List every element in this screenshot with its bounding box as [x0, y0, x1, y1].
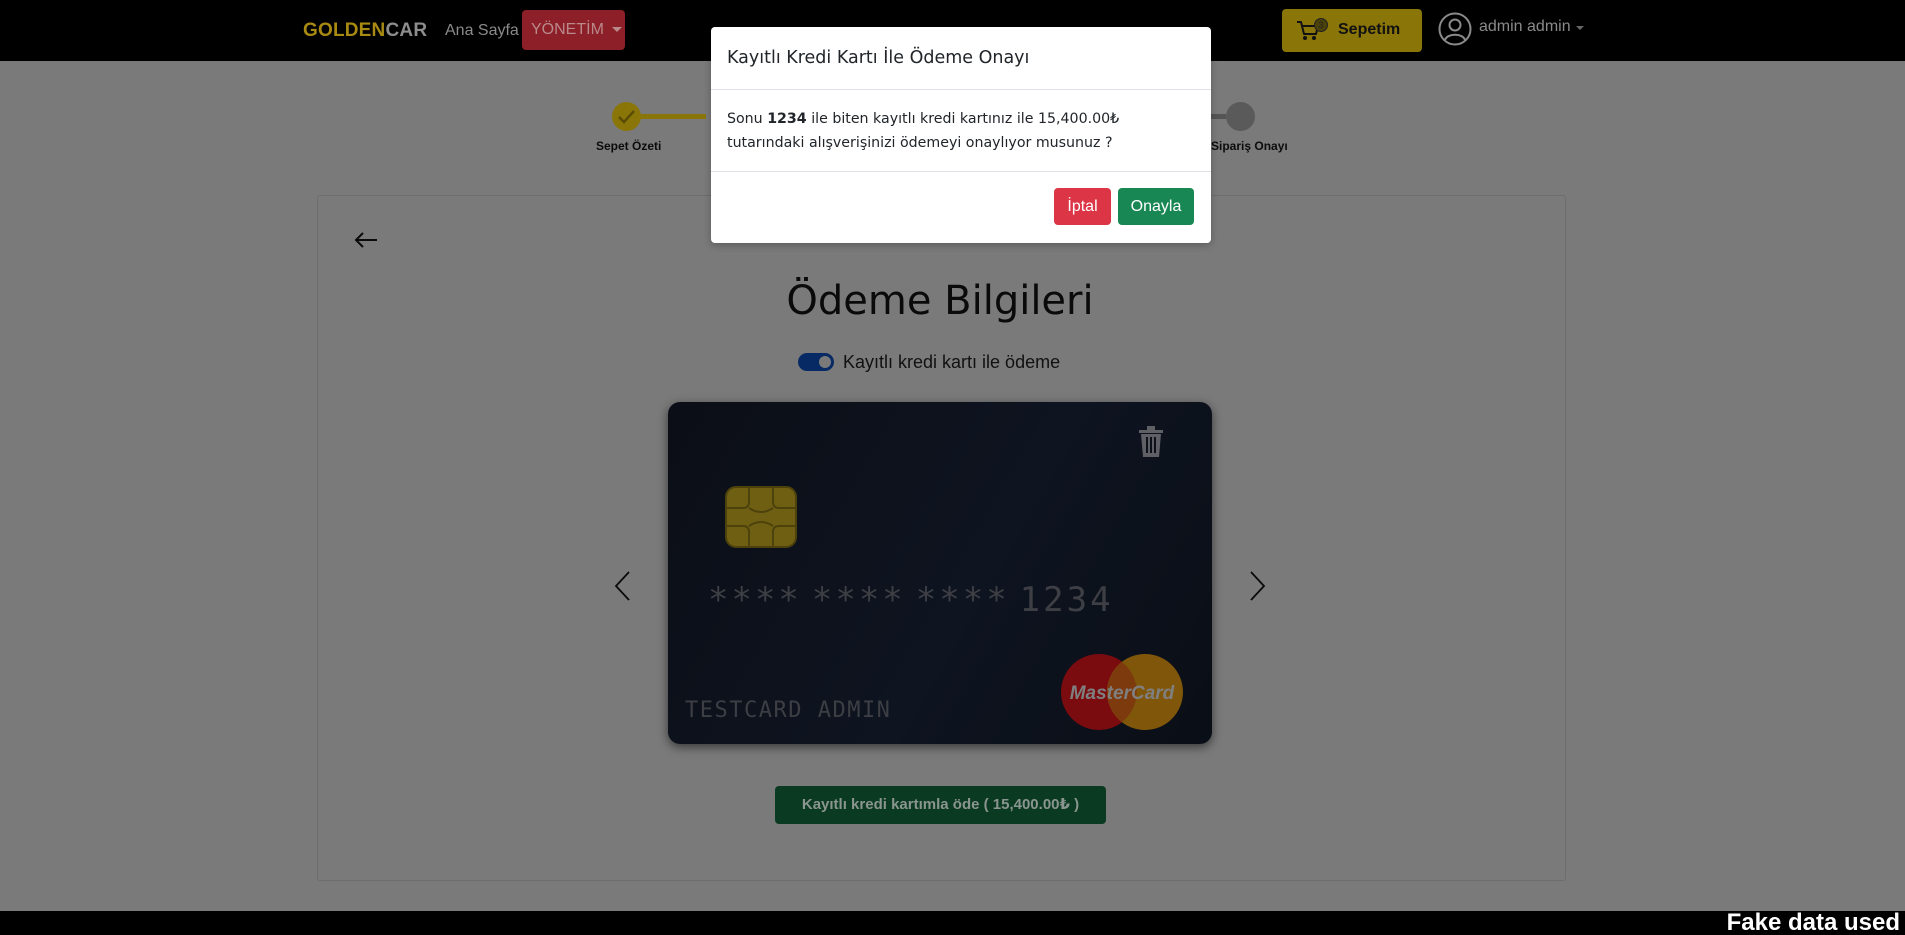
caret-down-icon [611, 27, 622, 33]
modal-body-prefix: Sonu [727, 111, 768, 127]
admin-dropdown-button[interactable]: YÖNETİM [522, 10, 625, 50]
modal-body-last4: 1234 [767, 111, 807, 127]
saved-card-toggle-label: Kayıtlı kredi kartı ile ödeme [843, 352, 1061, 372]
card-chip-icon [725, 486, 797, 548]
mastercard-logo: MasterCard [1061, 654, 1183, 730]
brand-logo[interactable]: GOLDENCAR [303, 20, 427, 42]
brand-gold-text: GOLDEN [303, 20, 386, 41]
step-pending-dot [1226, 102, 1255, 131]
confirm-payment-modal: Kayıtlı Kredi Kartı İle Ödeme Onayı Sonu… [711, 27, 1211, 243]
card-number-group: **** [708, 580, 802, 620]
step-label-cart-summary: Sepet Özeti [596, 139, 662, 153]
admin-dropdown-label: YÖNETİM [531, 21, 604, 38]
saved-credit-card[interactable]: **** **** **** 1234 TESTCARD ADMIN MasterCa… [668, 402, 1212, 744]
carousel-next-icon[interactable] [1248, 570, 1268, 602]
modal-header: Kayıtlı Kredi Kartı İle Ödeme Onayı [711, 27, 1211, 90]
cart-button[interactable]: 3 Sepetim [1282, 9, 1422, 52]
modal-body: Sonu 1234 ile biten kayıtlı kredi kartın… [727, 107, 1197, 155]
cancel-button[interactable]: İptal [1054, 188, 1111, 225]
user-avatar-icon [1438, 12, 1472, 46]
step-label-order-confirm: Sipariş Onayı [1211, 139, 1288, 153]
card-number-group: **** [811, 580, 906, 620]
user-name: admin admin [1479, 18, 1571, 35]
carousel-prev-icon[interactable] [612, 570, 632, 602]
mastercard-wordmark: MasterCard [1070, 683, 1175, 704]
cart-count-badge: 3 [1314, 18, 1328, 32]
card-number-last4: 1234 [1019, 580, 1114, 620]
caret-down-icon [1576, 26, 1584, 30]
page-title: Ödeme Bilgileri [786, 278, 1094, 324]
confirm-button[interactable]: Onayla [1118, 188, 1194, 225]
trash-icon[interactable] [1138, 426, 1164, 458]
card-number-group: **** [915, 580, 1010, 620]
card-holder-name: TESTCARD ADMIN [685, 698, 892, 723]
cart-label: Sepetim [1338, 21, 1401, 38]
card-number: **** **** **** 1234 [708, 580, 1114, 620]
brand-rest-text: CAR [385, 20, 428, 41]
modal-footer: İptal Onayla [711, 171, 1211, 243]
step-done-dot [612, 102, 641, 131]
modal-title: Kayıtlı Kredi Kartı İle Ödeme Onayı [727, 48, 1030, 68]
saved-card-toggle[interactable] [798, 353, 834, 371]
back-arrow-icon[interactable] [353, 230, 379, 250]
fake-data-watermark: Fake data used [1726, 909, 1900, 935]
footer-strip [0, 911, 1905, 935]
checkmark-icon [618, 110, 635, 124]
nav-home-link[interactable]: Ana Sayfa [445, 22, 519, 40]
pay-with-saved-card-button[interactable]: Kayıtlı kredi kartımla öde ( 15,400.00₺ … [775, 786, 1106, 824]
